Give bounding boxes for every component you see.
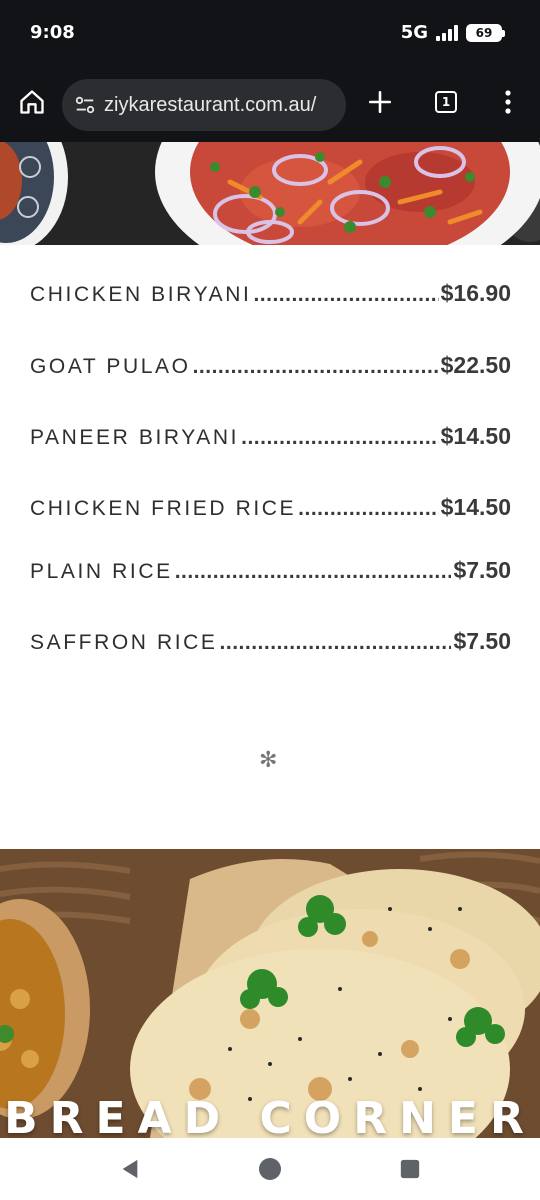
menu-item: PANEER BIRYANI .........................…: [30, 423, 511, 450]
network-type: 5G: [400, 22, 428, 43]
home-circle-icon[interactable]: [255, 1154, 285, 1184]
menu-item-name: CHICKEN BIRYANI: [30, 283, 252, 306]
menu-item: GOAT PULAO .............................…: [30, 352, 511, 379]
browser-toolbar: ziykarestaurant.com.au/ 1: [0, 66, 540, 142]
status-time: 9:08: [30, 22, 75, 43]
dot-leader: ........................................…: [241, 426, 439, 449]
menu-item: CHICKEN FRIED RICE .....................…: [30, 494, 511, 521]
tab-switcher-icon[interactable]: 1: [424, 80, 468, 124]
bread-corner-title: BREAD CORNER: [4, 1093, 536, 1138]
battery-icon: 69: [466, 23, 505, 42]
status-bar: 9:08 5G 69: [0, 0, 540, 66]
menu-item: SAFFRON RICE ...........................…: [30, 628, 511, 655]
menu-item-price: $14.50: [440, 423, 511, 449]
dot-leader: ........................................…: [253, 283, 438, 306]
back-icon[interactable]: [115, 1154, 145, 1184]
menu-item-price: $16.90: [440, 280, 511, 306]
menu-item-price: $7.50: [453, 557, 511, 583]
menu-item-name: SAFFRON RICE: [30, 631, 218, 654]
menu-item-price: $14.50: [440, 494, 511, 520]
menu-item-price: $7.50: [453, 628, 511, 654]
dot-leader: ........................................…: [192, 355, 439, 378]
salad-plate-image: [0, 142, 540, 245]
url-text[interactable]: ziykarestaurant.com.au/: [104, 94, 316, 117]
site-info-icon[interactable]: [74, 94, 96, 116]
new-tab-icon[interactable]: [358, 80, 402, 124]
system-nav-bar: [0, 1138, 540, 1200]
section-divider-glyph: ✻: [259, 748, 278, 773]
bread-corner-banner: BREAD CORNER: [0, 849, 540, 1138]
menu-item-name: GOAT PULAO: [30, 355, 191, 378]
dot-leader: ........................................…: [219, 631, 452, 654]
dot-leader: ........................................…: [298, 497, 438, 520]
menu-item: PLAIN RICE .............................…: [30, 557, 511, 584]
recents-icon[interactable]: [395, 1154, 425, 1184]
menu-item-name: CHICKEN FRIED RICE: [30, 497, 297, 520]
home-icon[interactable]: [10, 80, 54, 124]
signal-icon: [436, 24, 458, 41]
more-menu-icon[interactable]: [486, 80, 530, 124]
hero-food-image: [0, 142, 540, 245]
menu-item-price: $22.50: [440, 352, 511, 378]
menu-item: CHICKEN BIRYANI ........................…: [30, 280, 511, 307]
menu-item-name: PLAIN RICE: [30, 560, 173, 583]
address-bar[interactable]: ziykarestaurant.com.au/: [62, 79, 346, 131]
tab-count: 1: [435, 91, 457, 113]
dot-leader: ........................................…: [174, 560, 452, 583]
battery-level: 69: [475, 25, 493, 40]
menu-item-name: PANEER BIRYANI: [30, 426, 240, 449]
status-indicators: 5G 69: [400, 22, 505, 43]
